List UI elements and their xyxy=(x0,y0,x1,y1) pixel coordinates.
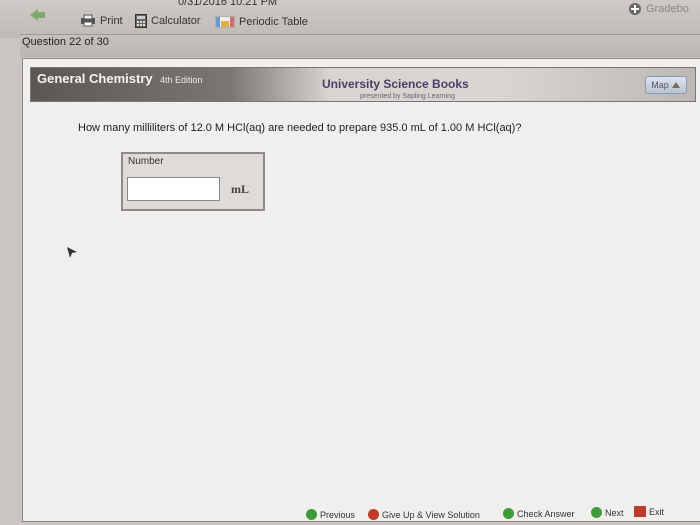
periodic-table-label: Periodic Table xyxy=(239,16,308,28)
calculator-label: Calculator xyxy=(151,15,201,27)
give-up-label: Give Up & View Solution xyxy=(382,509,480,520)
map-label: Map xyxy=(651,80,669,90)
gradebook-label: Gradebo xyxy=(646,3,689,15)
exit-label: Exit xyxy=(649,506,665,517)
publisher-subtitle: presented by Sapling Learning xyxy=(360,93,455,100)
check-icon xyxy=(503,508,514,519)
next-label: Next xyxy=(605,507,624,518)
question-text: How many milliliters of 12.0 M HCl(aq) a… xyxy=(78,122,522,134)
print-label: Print xyxy=(100,14,123,27)
map-button[interactable]: Map xyxy=(645,76,687,94)
exit-icon xyxy=(634,506,646,517)
give-up-button[interactable]: Give Up & View Solution xyxy=(368,509,480,520)
answer-label: Number xyxy=(128,156,164,167)
printer-icon xyxy=(81,14,95,27)
check-answer-button[interactable]: Check Answer xyxy=(503,508,575,519)
mouse-cursor-icon xyxy=(66,246,78,265)
previous-button[interactable]: Previous xyxy=(306,509,355,520)
previous-label: Previous xyxy=(320,509,356,520)
answer-unit: mL xyxy=(231,182,249,196)
book-edition: 4th Edition xyxy=(160,75,203,85)
clock-text: 0/31/2016 10:21 PM xyxy=(178,0,278,8)
question-progress-bar xyxy=(20,34,700,57)
give-up-icon xyxy=(368,509,379,520)
publisher-name: University Science Books xyxy=(322,77,469,91)
next-icon xyxy=(591,507,602,518)
periodic-table-icon xyxy=(215,16,235,28)
map-icon xyxy=(671,82,680,88)
answer-input[interactable] xyxy=(127,177,220,201)
print-button[interactable]: Print xyxy=(80,14,123,27)
previous-icon xyxy=(306,509,317,520)
next-button[interactable]: Next xyxy=(591,507,624,518)
question-progress-label: Question 22 of 30 xyxy=(22,36,109,48)
gradebook-link[interactable]: Gradebo xyxy=(628,2,689,16)
exit-button[interactable]: Exit xyxy=(634,506,664,517)
back-arrow-icon[interactable] xyxy=(28,8,46,27)
plus-circle-icon xyxy=(629,3,641,15)
periodic-table-button[interactable]: Periodic Table xyxy=(215,16,308,28)
book-title: General Chemistry xyxy=(37,71,153,86)
check-answer-label: Check Answer xyxy=(517,508,575,519)
calculator-button[interactable]: Calculator xyxy=(135,14,201,28)
calculator-icon xyxy=(135,14,147,28)
